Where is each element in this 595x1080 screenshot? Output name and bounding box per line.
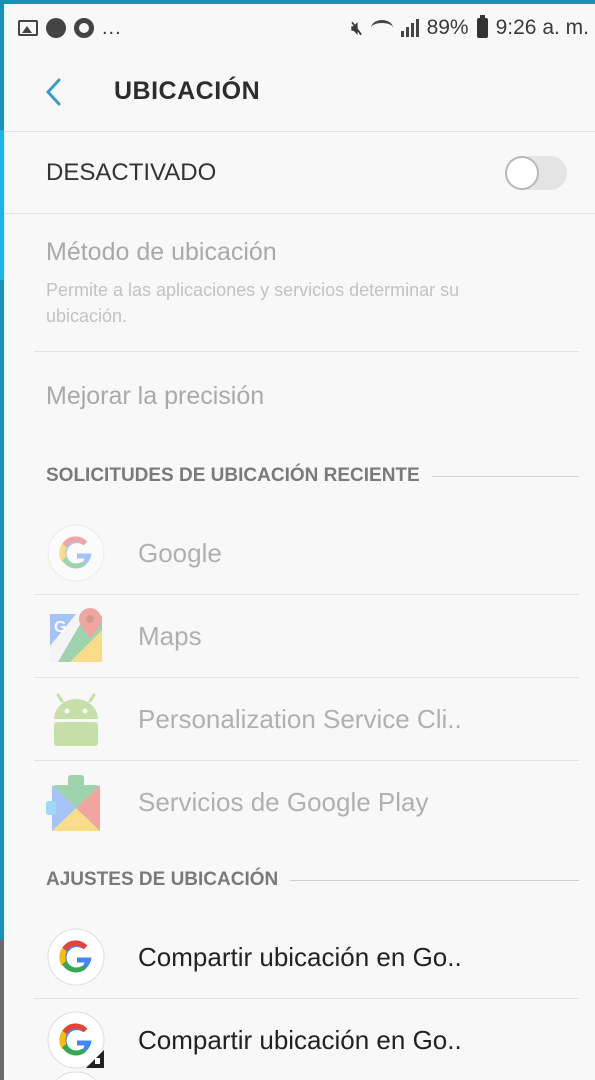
chevron-left-icon xyxy=(45,78,61,105)
location-method-item[interactable]: Método de ubicación Permite a las aplica… xyxy=(34,214,579,352)
google-icon xyxy=(44,1070,108,1080)
status-bar: ... 🔇︎ 89% 9:26 a. m. xyxy=(4,4,595,52)
section-label: AJUSTES DE UBICACIÓN xyxy=(46,869,279,890)
app-name: Maps xyxy=(138,620,202,651)
app-name: Personalization Service Cli.. xyxy=(138,703,462,734)
location-settings-list: Compartir ubicación en Go.. Compartir ub… xyxy=(4,916,595,1080)
recent-requests-list: Google G Maps Personalization Service Cl… xyxy=(4,512,595,844)
overflow-dots: ... xyxy=(102,16,122,39)
switch-knob xyxy=(505,155,539,190)
android-icon xyxy=(44,687,108,751)
google-work-icon xyxy=(44,1008,108,1072)
app-name: Compartir ubicación en Go.. xyxy=(138,941,462,972)
toggle-label: DESACTIVADO xyxy=(46,158,217,186)
app-name: Servicios de Google Play xyxy=(138,787,429,817)
location-settings-header: AJUSTES DE UBICACIÓN xyxy=(4,844,595,916)
improve-accuracy-item[interactable]: Mejorar la precisión xyxy=(4,352,595,440)
section-label: SOLICITUDES DE UBICACIÓN RECIENTE xyxy=(46,465,420,486)
signal-icon xyxy=(400,19,419,37)
location-master-toggle-row[interactable]: DESACTIVADO xyxy=(4,132,595,214)
gallery-icon xyxy=(18,20,38,36)
back-button[interactable] xyxy=(34,72,74,112)
list-item-maps[interactable]: G Maps xyxy=(34,595,579,678)
app-name: Compartir ubicación en Go.. xyxy=(138,1024,462,1055)
app-name: Google xyxy=(138,537,222,568)
divider xyxy=(290,879,579,881)
mute-icon: 🔇︎ xyxy=(351,17,363,38)
list-item-play-services[interactable]: Servicios de Google Play xyxy=(34,761,579,844)
svg-text:G: G xyxy=(54,619,66,636)
clock: 9:26 a. m. xyxy=(495,16,589,39)
messenger-icon xyxy=(46,18,66,38)
list-item-google[interactable]: Google xyxy=(34,512,579,595)
app-toolbar: UBICACIÓN xyxy=(4,52,595,132)
recent-requests-header: SOLICITUDES DE UBICACIÓN RECIENTE xyxy=(4,440,595,512)
chrome-icon xyxy=(74,18,94,38)
divider xyxy=(431,475,579,477)
maps-icon: G xyxy=(44,604,108,668)
google-icon xyxy=(44,925,108,989)
location-method-title: Método de ubicación xyxy=(46,238,277,266)
google-icon xyxy=(44,521,108,585)
list-item-google-location-sharing-work[interactable]: Compartir ubicación en Go.. xyxy=(34,999,579,1080)
location-switch[interactable] xyxy=(505,155,567,190)
screen: ... 🔇︎ 89% 9:26 a. m. UBICACIÓN DESACTIV… xyxy=(4,4,595,1080)
battery-percent: 89% xyxy=(426,16,469,39)
list-item-google-location-sharing[interactable]: Compartir ubicación en Go.. xyxy=(34,916,579,999)
page-title: UBICACIÓN xyxy=(114,77,261,105)
wifi-icon xyxy=(370,20,393,36)
play-services-icon xyxy=(44,771,108,835)
list-item-personalization-service[interactable]: Personalization Service Cli.. xyxy=(34,678,579,761)
battery-icon xyxy=(476,15,488,38)
location-method-subtitle: Permite a las aplicaciones y servicios d… xyxy=(46,280,460,326)
